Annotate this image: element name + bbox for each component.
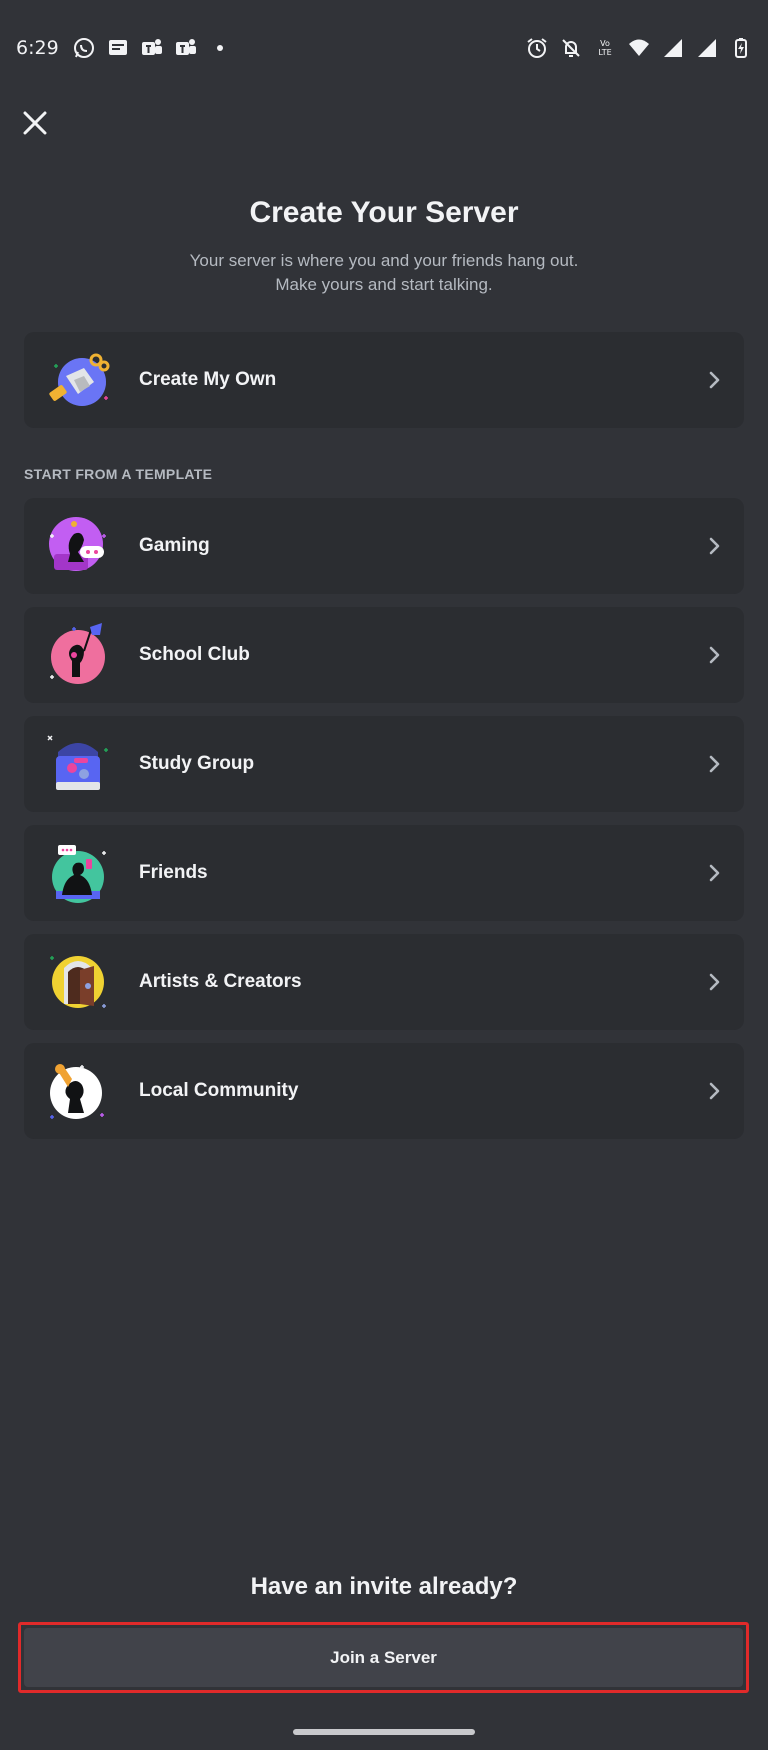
template-label: Artists & Creators	[139, 971, 302, 992]
page-title: Create Your Server	[249, 196, 519, 229]
chevron-right-icon	[709, 371, 720, 389]
template-label: Friends	[139, 862, 208, 883]
chevron-right-icon	[709, 1082, 720, 1100]
artists-illustration-icon	[44, 948, 112, 1016]
alarm-icon	[526, 37, 548, 59]
create-server-screen: 6:29 Vo LTE Create Your Server Your serv…	[0, 0, 768, 1750]
status-left-icons	[73, 37, 231, 59]
template-local-community-button[interactable]: Local Community	[24, 1043, 744, 1139]
status-time: 6:29	[16, 37, 59, 59]
template-label: Study Group	[139, 753, 255, 774]
signal-icon	[662, 37, 684, 59]
page-subtitle: Your server is where you and your friend…	[0, 249, 768, 297]
signal-icon	[696, 37, 718, 59]
local-community-illustration-icon	[44, 1057, 112, 1125]
wifi-icon	[628, 37, 650, 59]
template-gaming-button[interactable]: Gaming	[24, 498, 744, 594]
template-study-group-button[interactable]: Study Group	[24, 716, 744, 812]
close-icon	[23, 111, 47, 135]
messages-icon	[107, 37, 129, 59]
template-label: Gaming	[139, 535, 210, 556]
close-button[interactable]	[16, 104, 54, 142]
subtitle-line: Make yours and start talking.	[275, 275, 493, 294]
template-artists-creators-button[interactable]: Artists & Creators	[24, 934, 744, 1030]
chevron-right-icon	[709, 646, 720, 664]
friends-illustration-icon	[44, 839, 112, 907]
join-server-button[interactable]: Join a Server	[24, 1628, 743, 1687]
template-school-club-button[interactable]: School Club	[24, 607, 744, 703]
status-right-icons: Vo LTE	[526, 37, 752, 59]
teams-icon	[175, 37, 197, 59]
whatsapp-icon	[73, 37, 95, 59]
school-club-illustration-icon	[44, 621, 112, 689]
svg-text:Vo: Vo	[600, 39, 610, 48]
chevron-right-icon	[709, 755, 720, 773]
invite-prompt: Have an invite already?	[250, 1573, 518, 1600]
svg-text:LTE: LTE	[598, 48, 611, 57]
template-label: Local Community	[139, 1080, 299, 1101]
battery-charging-icon	[730, 37, 752, 59]
template-label: School Club	[139, 644, 250, 665]
teams-icon	[141, 37, 163, 59]
bell-off-icon	[560, 37, 582, 59]
chevron-right-icon	[709, 537, 720, 555]
chevron-right-icon	[709, 864, 720, 882]
study-group-illustration-icon	[44, 730, 112, 798]
create-my-own-button[interactable]: Create My Own	[24, 332, 744, 428]
template-section-heading: START FROM A TEMPLATE	[24, 466, 213, 482]
create-my-own-label: Create My Own	[139, 369, 277, 390]
template-friends-button[interactable]: Friends	[24, 825, 744, 921]
chevron-right-icon	[709, 973, 720, 991]
notification-dot-icon	[209, 37, 231, 59]
volte-icon: Vo LTE	[594, 37, 616, 59]
create-own-illustration-icon	[44, 346, 112, 414]
join-server-highlight: Join a Server	[18, 1622, 749, 1693]
gaming-illustration-icon	[44, 512, 112, 580]
subtitle-line: Your server is where you and your friend…	[189, 251, 579, 270]
status-bar: 6:29 Vo LTE	[0, 0, 768, 96]
home-indicator[interactable]	[293, 1729, 475, 1735]
